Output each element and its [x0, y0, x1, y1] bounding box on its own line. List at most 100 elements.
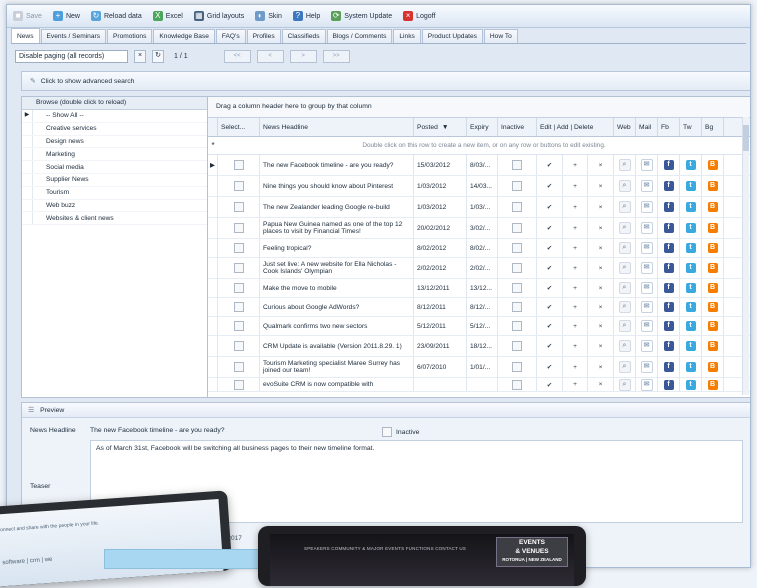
row-inactive-checkbox[interactable] [498, 197, 537, 217]
delete-row-button[interactable]: × [588, 357, 614, 377]
twitter-row-button[interactable]: t [680, 218, 702, 238]
add-row-button[interactable]: + [563, 279, 588, 297]
tab-classifieds[interactable]: Classifieds [281, 29, 326, 43]
table-row[interactable]: Make the move to mobile 13/12/2011 13/12… [208, 279, 750, 298]
table-row[interactable]: Tourism Marketing specialist Maree Surre… [208, 357, 750, 378]
twitter-row-button[interactable]: t [680, 258, 702, 278]
mail-row-button[interactable]: ✉ [636, 279, 658, 297]
blogger-row-button[interactable]: B [702, 218, 724, 238]
row-inactive-checkbox[interactable] [498, 357, 537, 377]
bg-column-header[interactable]: Bg [702, 118, 724, 136]
edit-row-button[interactable]: ✔ [537, 176, 563, 196]
mail-row-button[interactable]: ✉ [636, 258, 658, 278]
tab-news[interactable]: News [11, 28, 40, 43]
add-row-button[interactable]: + [563, 155, 588, 175]
edit-row-button[interactable]: ✔ [537, 336, 563, 356]
blogger-row-button[interactable]: B [702, 317, 724, 335]
browse-item[interactable]: Design news [22, 135, 212, 149]
prev-page-button[interactable]: < [256, 49, 284, 63]
row-inactive-checkbox[interactable] [498, 317, 537, 335]
row-inactive-checkbox[interactable] [498, 239, 537, 257]
edit-row-button[interactable]: ✔ [537, 298, 563, 316]
tab-faqs[interactable]: FAQ's [215, 29, 246, 43]
row-select-checkbox[interactable] [218, 197, 260, 217]
blogger-row-button[interactable]: B [702, 258, 724, 278]
system-update-button[interactable]: ⟳ System Update [331, 11, 392, 21]
table-row[interactable]: Just set live: A new website for Ella Ni… [208, 258, 750, 279]
edit-row-button[interactable]: ✔ [537, 218, 563, 238]
blogger-row-button[interactable]: B [702, 298, 724, 316]
web-row-button[interactable]: ⌕ [614, 258, 636, 278]
new-item-row[interactable]: * Double click on this row to create a n… [208, 137, 750, 155]
web-column-header[interactable]: Web [614, 118, 636, 136]
browse-item[interactable]: Tourism [22, 186, 212, 200]
table-row[interactable]: Qualmark confirms two new sectors 5/12/2… [208, 317, 750, 336]
new-button[interactable]: + New [52, 11, 80, 21]
expiry-column-header[interactable]: Expiry [467, 118, 498, 136]
delete-row-button[interactable]: × [588, 298, 614, 316]
table-row[interactable]: Papua New Guinea named as one of the top… [208, 218, 750, 239]
excel-button[interactable]: X Excel [152, 11, 183, 21]
browse-item[interactable]: Websites & client news [22, 212, 212, 226]
add-row-button[interactable]: + [563, 218, 588, 238]
tab-promotions[interactable]: Promotions [107, 29, 153, 43]
add-row-button[interactable]: + [563, 378, 588, 391]
delete-row-button[interactable]: × [588, 258, 614, 278]
clear-paging-button[interactable]: × [134, 49, 146, 63]
table-row[interactable]: CRM Update is available (Version 2011.8.… [208, 336, 750, 357]
posted-column-header[interactable]: Posted ▼ [414, 118, 467, 136]
tab-links[interactable]: Links [393, 29, 421, 43]
mail-row-button[interactable]: ✉ [636, 197, 658, 217]
row-select-checkbox[interactable] [218, 155, 260, 175]
facebook-row-button[interactable]: f [658, 357, 680, 377]
table-row[interactable]: Feeling tropical? 8/02/2012 8/02/... ✔ +… [208, 239, 750, 258]
row-inactive-checkbox[interactable] [498, 218, 537, 238]
select-column-header[interactable]: Select... [218, 118, 260, 136]
row-inactive-checkbox[interactable] [498, 155, 537, 175]
web-row-button[interactable]: ⌕ [614, 176, 636, 196]
row-inactive-checkbox[interactable] [498, 378, 537, 391]
facebook-row-button[interactable]: f [658, 258, 680, 278]
row-inactive-checkbox[interactable] [498, 258, 537, 278]
row-select-checkbox[interactable] [218, 279, 260, 297]
mail-row-button[interactable]: ✉ [636, 378, 658, 391]
facebook-row-button[interactable]: f [658, 197, 680, 217]
web-row-button[interactable]: ⌕ [614, 197, 636, 217]
browse-item[interactable]: Creative services [22, 122, 212, 136]
delete-row-button[interactable]: × [588, 155, 614, 175]
web-row-button[interactable]: ⌕ [614, 279, 636, 297]
facebook-row-button[interactable]: f [658, 336, 680, 356]
row-select-checkbox[interactable] [218, 298, 260, 316]
browse-item[interactable]: Supplier News [22, 173, 212, 187]
refresh-paging-button[interactable]: ↻ [152, 49, 164, 63]
edit-row-button[interactable]: ✔ [537, 279, 563, 297]
blogger-row-button[interactable]: B [702, 336, 724, 356]
table-row[interactable]: evoSuite CRM is now compatible with ✔ + … [208, 378, 750, 392]
row-inactive-checkbox[interactable] [498, 279, 537, 297]
twitter-row-button[interactable]: t [680, 317, 702, 335]
twitter-row-button[interactable]: t [680, 197, 702, 217]
edit-row-button[interactable]: ✔ [537, 239, 563, 257]
row-select-checkbox[interactable] [218, 176, 260, 196]
edit-row-button[interactable]: ✔ [537, 155, 563, 175]
twitter-row-button[interactable]: t [680, 239, 702, 257]
mail-row-button[interactable]: ✉ [636, 298, 658, 316]
mail-row-button[interactable]: ✉ [636, 218, 658, 238]
twitter-row-button[interactable]: t [680, 336, 702, 356]
tab-events-seminars[interactable]: Events / Seminars [40, 29, 107, 43]
tab-product-updates[interactable]: Product Updates [421, 29, 483, 43]
facebook-row-button[interactable]: f [658, 298, 680, 316]
edit-row-button[interactable]: ✔ [537, 317, 563, 335]
delete-row-button[interactable]: × [588, 279, 614, 297]
fb-column-header[interactable]: Fb [658, 118, 680, 136]
tab-blogs-comments[interactable]: Blogs / Comments [326, 29, 393, 43]
browse-item[interactable]: ▶ -- Show All -- [22, 110, 212, 123]
first-page-button[interactable]: << [223, 49, 251, 63]
save-button[interactable]: ■ Save [13, 11, 42, 21]
delete-row-button[interactable]: × [588, 197, 614, 217]
row-select-checkbox[interactable] [218, 218, 260, 238]
table-row[interactable]: The new Zealander leading Google re-buil… [208, 197, 750, 218]
skin-button[interactable]: ◐ Skin [255, 11, 282, 21]
twitter-row-button[interactable]: t [680, 176, 702, 196]
mail-column-header[interactable]: Mail [636, 118, 658, 136]
